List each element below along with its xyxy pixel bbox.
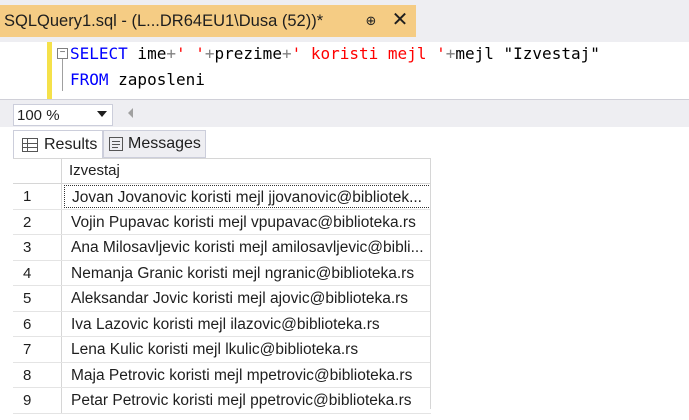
row-number[interactable]: 8 xyxy=(13,362,62,387)
table-row[interactable]: 1 Jovan Jovanovic koristi mejl jjovanovi… xyxy=(13,184,431,210)
table-cell[interactable]: Maja Petrovic koristi mejl mpetrovic@bib… xyxy=(64,364,431,387)
row-number[interactable]: 2 xyxy=(13,209,62,234)
row-number[interactable]: 4 xyxy=(13,260,62,285)
query-tab-title: SQLQuery1.sql - (L...DR64EU1\Dusa (52))* xyxy=(4,11,324,30)
tab-messages-label: Messages xyxy=(128,135,201,152)
identifier-zaposleni: zaposleni xyxy=(108,70,205,89)
document-tab-bar: SQLQuery1.sql - (L...DR64EU1\Dusa (52))*… xyxy=(0,0,689,42)
operator-plus: + xyxy=(445,44,456,63)
tab-results[interactable]: Results xyxy=(13,130,103,158)
sql-editor[interactable]: − SELECT ime+' '+prezime+' koristi mejl … xyxy=(0,42,689,99)
zoom-dropdown[interactable]: 100 % xyxy=(13,104,113,126)
tab-messages[interactable]: Messages xyxy=(103,130,206,158)
change-tracking-bar xyxy=(47,42,52,99)
operator-plus: + xyxy=(166,44,176,63)
table-cell[interactable]: Lena Kulic koristi mejl lkulic@bibliotek… xyxy=(64,338,431,361)
row-number[interactable]: 1 xyxy=(13,184,62,209)
row-number[interactable]: 6 xyxy=(13,311,62,336)
results-grid[interactable]: Izvestaj 1 Jovan Jovanovic koristi mejl … xyxy=(13,158,431,414)
table-cell[interactable]: Iva Lazovic koristi mejl ilazovic@biblio… xyxy=(64,313,431,336)
table-cell[interactable]: Ana Milosavljevic koristi mejl amilosavl… xyxy=(64,236,431,259)
table-cell[interactable]: Vojin Pupavac koristi mejl vpupavac@bibl… xyxy=(64,211,431,234)
table-row[interactable]: 5 Aleksandar Jovic koristi mejl ajovic@b… xyxy=(13,286,431,312)
table-row[interactable]: 6 Iva Lazovic koristi mejl ilazovic@bibl… xyxy=(13,311,431,337)
table-row[interactable]: 4 Nemanja Granic koristi mejl ngranic@bi… xyxy=(13,260,431,286)
row-number[interactable]: 5 xyxy=(13,286,62,311)
pin-icon[interactable]: ⊕ xyxy=(361,11,381,31)
string-space: ' ' xyxy=(175,44,205,63)
operator-plus: + xyxy=(281,44,292,63)
grid-header: Izvestaj xyxy=(13,159,431,184)
close-icon[interactable]: ✕ xyxy=(389,9,411,31)
fold-guide-line xyxy=(62,59,63,91)
query-document-tab[interactable]: SQLQuery1.sql - (L...DR64EU1\Dusa (52))*… xyxy=(0,5,416,37)
operator-plus: + xyxy=(204,44,215,63)
table-row[interactable]: 7 Lena Kulic koristi mejl lkulic@bibliot… xyxy=(13,337,431,363)
scroll-left-icon[interactable] xyxy=(128,108,133,118)
identifier-prezime: prezime xyxy=(214,44,282,63)
row-header-corner[interactable] xyxy=(13,159,62,183)
table-cell[interactable]: Petar Petrovic koristi mejl ppetrovic@bi… xyxy=(64,389,431,412)
table-row[interactable]: 3 Ana Milosavljevic koristi mejl amilosa… xyxy=(13,235,431,261)
table-cell[interactable]: Aleksandar Jovic koristi mejl ajovic@bib… xyxy=(64,287,431,310)
messages-icon xyxy=(109,137,123,151)
row-number[interactable]: 7 xyxy=(13,337,62,362)
table-cell[interactable]: Jovan Jovanovic koristi mejl jjovanovic@… xyxy=(64,185,431,208)
table-row[interactable]: 9 Petar Petrovic koristi mejl ppetrovic@… xyxy=(13,388,431,414)
grid-right-border xyxy=(430,158,431,409)
column-header-izvestaj[interactable]: Izvestaj xyxy=(69,162,120,179)
string-koristi-mejl: ' koristi mejl ' xyxy=(291,44,446,63)
grid-icon xyxy=(22,137,38,152)
identifier-mejl-alias: mejl "Izvestaj" xyxy=(455,44,600,63)
table-cell[interactable]: Nemanja Granic koristi mejl ngranic@bibl… xyxy=(64,262,431,285)
results-pane: Results Messages Izvestaj 1 Jovan Jovano… xyxy=(0,127,689,420)
chevron-down-icon[interactable] xyxy=(97,111,107,117)
identifier-ime: ime xyxy=(127,44,167,63)
tab-results-label: Results xyxy=(44,135,98,153)
code-line-1[interactable]: SELECT ime+' '+prezime+' koristi mejl '+… xyxy=(70,44,600,63)
keyword-select: SELECT xyxy=(70,44,128,63)
row-number[interactable]: 9 xyxy=(13,388,62,413)
zoom-value: 100 % xyxy=(17,106,60,124)
row-number[interactable]: 3 xyxy=(13,235,62,260)
keyword-from: FROM xyxy=(70,70,109,89)
table-row[interactable]: 8 Maja Petrovic koristi mejl mpetrovic@b… xyxy=(13,362,431,388)
table-row[interactable]: 2 Vojin Pupavac koristi mejl vpupavac@bi… xyxy=(13,209,431,235)
editor-status-row: 100 % xyxy=(0,99,689,127)
collapse-icon[interactable]: − xyxy=(57,48,68,59)
code-line-2[interactable]: FROM zaposleni xyxy=(70,70,205,89)
